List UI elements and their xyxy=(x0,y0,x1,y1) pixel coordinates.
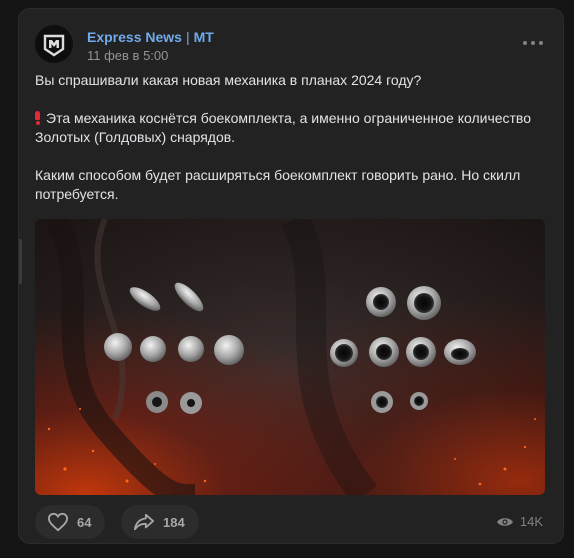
mt-logo-icon xyxy=(43,34,65,57)
like-count: 64 xyxy=(77,514,92,530)
card-edge-marker xyxy=(19,239,22,284)
like-button[interactable]: 64 xyxy=(35,505,106,539)
exclamation-icon xyxy=(35,111,40,125)
author-tag[interactable]: MT xyxy=(194,29,214,45)
eye-icon xyxy=(496,517,513,526)
shell-icons xyxy=(104,282,244,414)
heart-icon xyxy=(47,512,69,532)
impact-icons xyxy=(330,286,476,413)
post-date[interactable]: 11 фев в 5:00 xyxy=(87,48,168,63)
post-footer: 64 184 14K xyxy=(35,505,547,539)
post-card: Express News | MT 11 фев в 5:00 Вы спрашив… xyxy=(18,8,564,544)
shell-impacts-image xyxy=(45,219,536,495)
author-name[interactable]: Express News xyxy=(87,29,182,45)
share-button[interactable]: 184 xyxy=(121,505,199,539)
views-count: 14K xyxy=(519,514,543,529)
more-dots-icon[interactable] xyxy=(523,41,543,45)
author-separator: | xyxy=(185,29,190,45)
post-header: Express News | MT 11 фев в 5:00 xyxy=(35,25,547,69)
views-counter: 14K xyxy=(496,514,543,529)
post-paragraph-2: Эта механика коснётся боекомплекта, а им… xyxy=(35,110,531,145)
post-paragraph-1: Вы спрашивали какая новая механика в пла… xyxy=(35,72,422,88)
share-count: 184 xyxy=(163,514,185,530)
author-line: Express News | MT xyxy=(87,29,214,45)
post-paragraph-3: Каким способом будет расширяться боекомп… xyxy=(35,167,521,202)
avatar[interactable] xyxy=(35,25,73,63)
post-text: Вы спрашивали какая новая механика в пла… xyxy=(35,71,541,223)
post-photo[interactable] xyxy=(35,219,545,495)
share-arrow-icon xyxy=(134,513,154,531)
post-paragraph-2-wrap: Эта механика коснётся боекомплекта, а им… xyxy=(35,109,541,147)
